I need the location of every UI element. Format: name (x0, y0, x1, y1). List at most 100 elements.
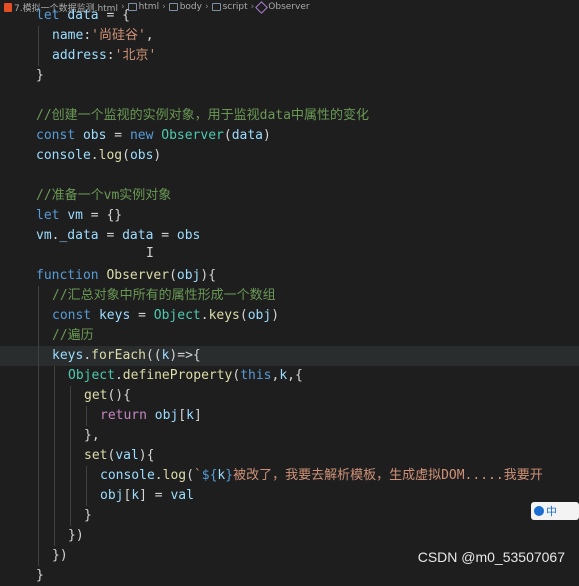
code-token: ) (263, 128, 271, 143)
code-line[interactable]: //准备一个vm实例对象 (0, 186, 579, 206)
code-line[interactable]: set(val){ (0, 446, 579, 466)
code-line-content: }) (68, 526, 84, 546)
watermark: CSDN @m0_53507067 (417, 549, 565, 565)
code-line[interactable]: console.log(`${k}被改了，我要去解析模板，生成虚拟DOM....… (0, 466, 579, 486)
code-line[interactable]: const keys = Object.keys(obj) (0, 306, 579, 326)
code-token: '尚硅谷' (91, 28, 146, 43)
indent-guide (70, 466, 71, 486)
code-line[interactable]: let vm = {} (0, 206, 579, 226)
code-token: = (98, 228, 123, 243)
code-token: obj (247, 308, 272, 323)
code-token: const (52, 308, 92, 323)
code-token: k (131, 488, 140, 503)
code-token: forEach (91, 348, 146, 363)
code-line[interactable]: keys.forEach((k)=>{ (0, 346, 579, 366)
code-line[interactable]: } (0, 66, 579, 86)
code-token: let (36, 208, 60, 223)
code-token: } (225, 468, 234, 483)
code-token: console (36, 148, 91, 163)
code-line[interactable]: name:'尚硅谷', (0, 26, 579, 46)
indent-guide (38, 466, 39, 486)
indent-guide (70, 446, 71, 466)
indent-guide (70, 486, 71, 506)
code-line[interactable]: const obs = new Observer(data) (0, 126, 579, 146)
indent-guide (86, 486, 87, 506)
code-line-content: //创建一个监视的实例对象，用于监视data中属性的变化 (36, 106, 369, 126)
code-token: ` (193, 468, 202, 483)
code-token: address (52, 48, 107, 63)
code-line[interactable] (0, 246, 579, 266)
indent-guide (38, 26, 39, 46)
code-token: )=>{ (169, 348, 201, 363)
code-line[interactable]: Object.defineProperty(this,k,{ (0, 366, 579, 386)
code-token: data (122, 228, 154, 243)
code-line[interactable]: }, (0, 426, 579, 446)
code-token: ( (239, 308, 248, 323)
code-token: Observer (161, 128, 224, 143)
code-token: _data (59, 228, 99, 243)
code-line[interactable]: obj[k] = val (0, 486, 579, 506)
code-token: k (186, 408, 194, 423)
code-token: } (36, 568, 44, 583)
code-line[interactable]: } (0, 566, 579, 586)
code-token: ] (193, 408, 202, 423)
indent-guide (54, 486, 55, 506)
indent-guide (54, 466, 55, 486)
indent-guide (38, 426, 39, 446)
code-line[interactable]: //创建一个监视的实例对象，用于监视data中属性的变化 (0, 106, 579, 126)
code-token: ){ (200, 268, 217, 283)
code-token: . (154, 468, 163, 483)
code-token: console (100, 468, 155, 483)
code-line-content: } (36, 566, 44, 586)
indent-guide (38, 306, 39, 326)
code-editor[interactable]: let data = {name:'尚硅谷', address:'北京'}//创建… (0, 6, 579, 586)
indent-guide (38, 346, 39, 366)
indent-guide (70, 406, 71, 426)
indent-guide (38, 406, 39, 426)
code-token: log (162, 468, 187, 483)
indent-guide (86, 406, 87, 426)
code-token: ] = (139, 488, 171, 503)
code-line-content: vm._data = data = obs (36, 226, 200, 246)
code-token: name (52, 28, 84, 43)
code-line[interactable]: }) (0, 526, 579, 546)
code-token: const (36, 128, 76, 143)
code-line[interactable]: //遍历 (0, 326, 579, 346)
indent-guide (54, 386, 55, 406)
indent-guide (38, 506, 39, 526)
code-line[interactable]: let data = { (0, 6, 579, 26)
indent-guide (38, 366, 39, 386)
code-token: . (200, 308, 209, 323)
code-token: }) (52, 548, 68, 563)
indent-guide (70, 506, 71, 526)
code-token: }, (84, 428, 100, 443)
code-token: [ (178, 408, 187, 423)
code-line[interactable]: //汇总对象中所有的属性形成一个数组 (0, 286, 579, 306)
code-token: let (36, 8, 60, 23)
code-line-content: name:'尚硅谷', (52, 26, 154, 46)
code-line[interactable]: address:'北京' (0, 46, 579, 66)
code-token: Observer (106, 268, 170, 283)
ime-indicator[interactable]: 中 (531, 502, 579, 520)
code-line-content: const keys = Object.keys(obj) (52, 306, 279, 326)
code-token: return (100, 408, 147, 423)
code-token: = (106, 128, 130, 143)
code-line[interactable] (0, 86, 579, 106)
code-line[interactable]: } (0, 506, 579, 526)
indent-guide (54, 426, 55, 446)
code-token: val (115, 448, 139, 463)
code-line[interactable] (0, 166, 579, 186)
code-token: = { (98, 8, 130, 23)
code-line[interactable]: get(){ (0, 386, 579, 406)
code-line[interactable]: console.log(obs) (0, 146, 579, 166)
indent-guide (54, 526, 55, 546)
code-token: set (84, 448, 108, 463)
code-line[interactable]: return obj[k] (0, 406, 579, 426)
code-line[interactable]: function Observer(obj){ (0, 266, 579, 286)
code-line[interactable]: vm._data = data = obs (0, 226, 579, 246)
code-token: //汇总对象中所有的属性形成一个数组 (52, 288, 276, 303)
indent-guide (86, 466, 87, 486)
code-token: : (83, 28, 92, 43)
